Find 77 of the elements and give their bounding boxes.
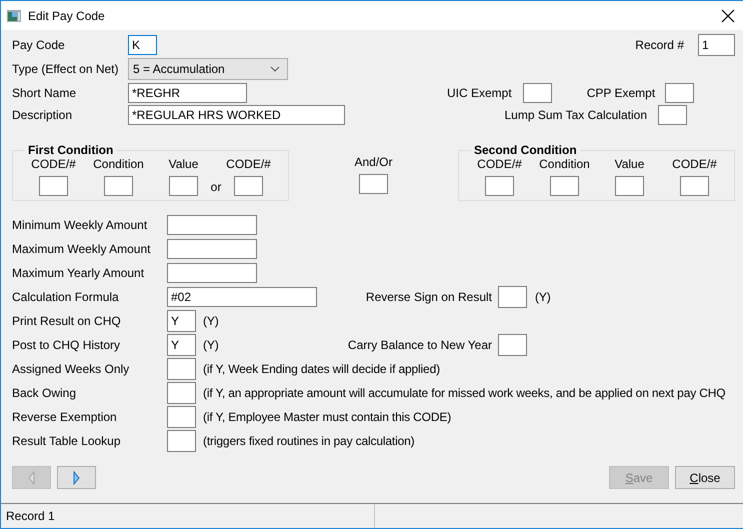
field-label: Post to CHQ History [12, 338, 122, 352]
flag-field[interactable] [167, 358, 196, 380]
field-label: Reverse Exemption [12, 410, 118, 424]
group-title: First Condition [28, 143, 114, 157]
short-name-field[interactable]: *REGHR [128, 82, 247, 102]
amount-field[interactable] [167, 215, 257, 235]
flag-field[interactable]: Y [167, 334, 196, 356]
condition-field[interactable] [550, 176, 579, 196]
hint-text: (if Y, Employee Master must contain this CODE) [203, 410, 452, 424]
column-label: CODE/# [672, 157, 717, 171]
pay-code-field[interactable]: K [128, 35, 157, 55]
condition-field[interactable] [680, 176, 709, 196]
close-button[interactable]: Close [675, 466, 735, 489]
hint-text: (if Y, Week Ending dates will decide if applied) [203, 362, 440, 376]
field-label: Pay Code [12, 38, 66, 52]
amount-field[interactable] [167, 263, 257, 283]
field-label: Maximum Weekly Amount [12, 242, 152, 256]
field-label: Print Result on CHQ [12, 314, 122, 328]
column-label: CODE/# [477, 157, 522, 171]
flag-field[interactable]: Y [167, 310, 196, 332]
field-label: Description [12, 108, 74, 122]
field-label: Assigned Weeks Only [12, 362, 130, 376]
record-field[interactable]: 1 [698, 34, 735, 56]
condition-field[interactable] [234, 176, 263, 196]
cpp-exempt-field[interactable] [665, 82, 694, 102]
field-label: Result Table Lookup [12, 434, 122, 448]
field-label: Type (Effect on Net) [12, 62, 120, 76]
formula-field[interactable]: #02 [167, 287, 317, 307]
left-triangle-icon [27, 470, 36, 484]
hint-text: (triggers fixed routines in pay calculation) [203, 434, 415, 448]
flag-field[interactable] [498, 286, 527, 308]
field-label: Minimum Weekly Amount [12, 218, 148, 232]
next-button[interactable] [57, 466, 96, 489]
field-label: Back Owing [12, 386, 78, 400]
lump-sum-field[interactable] [658, 105, 687, 125]
column-label: Condition [539, 157, 590, 171]
flag-field[interactable] [167, 382, 196, 404]
and-or-label: And/Or [354, 155, 392, 169]
condition-field[interactable] [485, 176, 514, 196]
column-label: Value [168, 157, 198, 171]
and-or-field[interactable] [359, 174, 388, 194]
hint-text: (Y) [203, 314, 219, 328]
column-label: CODE/# [31, 157, 76, 171]
description-field[interactable]: *REGULAR HRS WORKED [128, 105, 345, 125]
field-label: Maximum Yearly Amount [12, 266, 146, 280]
flag-field[interactable] [167, 430, 196, 452]
close-icon[interactable] [721, 8, 735, 22]
field-label: Reverse Sign on Result [364, 290, 492, 304]
flag-field[interactable] [498, 334, 527, 356]
field-label: UIC Exempt [447, 86, 512, 100]
condition-field[interactable] [39, 176, 68, 196]
field-label: CPP Exempt [586, 86, 656, 100]
hint-text: (Y) [535, 290, 551, 304]
column-label: Condition [93, 157, 144, 171]
column-label: CODE/# [226, 157, 271, 171]
column-label: Value [614, 157, 644, 171]
uic-exempt-field[interactable] [522, 82, 552, 102]
window-title: Edit Pay Code [28, 8, 105, 22]
app-icon [7, 10, 21, 22]
field-label: Carry Balance to New Year [346, 338, 492, 352]
amount-field[interactable] [167, 239, 257, 259]
condition-field[interactable] [615, 176, 644, 196]
status-text: Record 1 [6, 509, 55, 523]
condition-field[interactable] [104, 176, 133, 196]
field-label: Short Name [12, 86, 78, 100]
flag-field[interactable] [167, 406, 196, 428]
condition-field[interactable] [169, 176, 198, 196]
type-dropdown[interactable]: 5 = Accumulation [128, 58, 288, 80]
hint-text: (if Y, an appropriate amount will accumulate for missed work weeks, and be applied on next pay CHQ [203, 386, 726, 400]
hint-text: (Y) [203, 338, 219, 352]
field-label: Lump Sum Tax Calculation [504, 108, 647, 122]
field-label: Calculation Formula [12, 290, 120, 304]
right-triangle-icon [72, 470, 81, 484]
field-label: Record # [635, 38, 684, 52]
group-title: Second Condition [474, 143, 577, 157]
chevron-icon [270, 66, 280, 72]
connector-label: or [210, 180, 222, 196]
